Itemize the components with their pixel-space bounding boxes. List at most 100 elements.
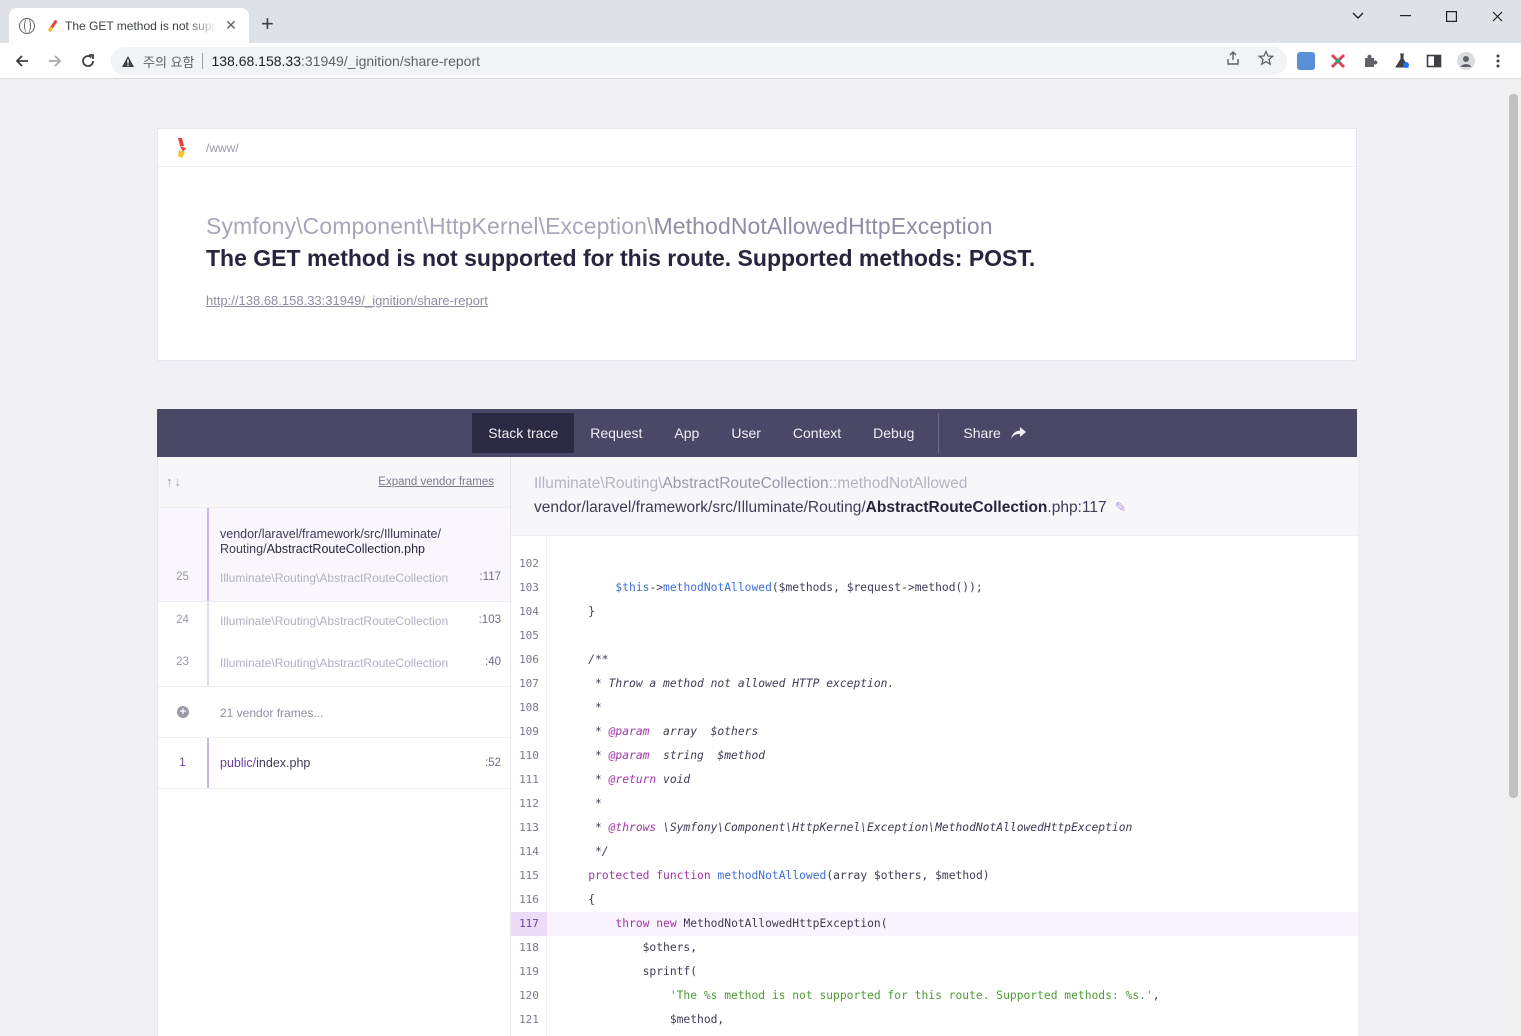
globe-icon (19, 17, 35, 34)
frame-class-ns: Illuminate\Routing\ (220, 571, 320, 585)
tab-user[interactable]: User (715, 413, 777, 453)
frame-file-dir: vendor/laravel/framework/src/Illuminate/ (220, 527, 441, 541)
code-method-signature: Illuminate\Routing\AbstractRouteCollecti… (534, 475, 967, 493)
frames-list-header: ↑↓ Expand vendor frames (158, 457, 510, 508)
code-file-dir: vendor/laravel/framework/src/Illuminate/… (534, 499, 866, 516)
share-arrow-icon (1010, 426, 1026, 439)
code-file-ext-line: .php:117 (1047, 499, 1107, 516)
extension-2-icon[interactable] (1329, 52, 1347, 70)
address-bar[interactable]: 주의 요함 138.68.158.33 :31949/_ignition/sha… (111, 47, 1287, 75)
window-close-icon[interactable] (1474, 0, 1520, 32)
code-line: 106 /** (511, 648, 1358, 672)
edit-pencil-icon[interactable]: ✎ (1115, 499, 1127, 515)
line-number: 103 (519, 581, 539, 594)
frame-line: :52 (485, 757, 501, 769)
code-line: 112 * (511, 792, 1358, 816)
code-line: 108 * (511, 696, 1358, 720)
frame-number: 24 (176, 614, 189, 626)
stack-frame-selected[interactable]: vendor/laravel/framework/src/Illuminate/… (158, 508, 510, 602)
line-number: 115 (519, 869, 539, 882)
ignition-favicon-icon (48, 19, 58, 32)
frame-line: :40 (485, 656, 501, 668)
frame-rail (207, 602, 209, 644)
code-text: * @throws \Symfony\Component\HttpKernel\… (561, 821, 1133, 834)
line-number: 118 (519, 941, 539, 954)
line-number: 105 (519, 629, 539, 642)
address-toolbar: 주의 요함 138.68.158.33 :31949/_ignition/sha… (0, 43, 1521, 79)
labs-flask-icon[interactable] (1393, 52, 1411, 70)
code-file-name: AbstractRouteCollection (865, 499, 1048, 516)
code-line: 118 $others, (511, 936, 1358, 960)
stack-trace-panel: ↑↓ Expand vendor frames vendor/laravel/f… (157, 457, 1358, 1036)
frame-class: Illuminate\Routing\AbstractRouteCollecti… (220, 571, 448, 585)
frame-rail (207, 644, 209, 686)
maximize-icon[interactable] (1428, 0, 1474, 32)
frame-file-subdir: Routing/ (220, 542, 267, 556)
forward-icon[interactable] (43, 49, 67, 73)
frames-list: ↑↓ Expand vendor frames vendor/laravel/f… (158, 457, 511, 1036)
request-url-link[interactable]: http://138.68.158.33:31949/_ignition/sha… (206, 293, 488, 308)
code-line: 109 * @param array $others (511, 720, 1358, 744)
code-line: 119 sprintf( (511, 960, 1358, 984)
code-line: 104 } (511, 600, 1358, 624)
share-button[interactable]: Share (947, 413, 1041, 453)
share-page-icon[interactable] (1225, 50, 1241, 70)
reload-icon[interactable] (76, 49, 100, 73)
side-panel-icon[interactable] (1425, 52, 1443, 70)
browser-tab[interactable]: The GET method is not supported for this… (9, 8, 249, 43)
omnibox-divider (202, 53, 204, 69)
warning-icon (122, 55, 134, 67)
code-line: 114 */ (511, 840, 1358, 864)
report-menu: Stack trace Request App User Context Deb… (157, 409, 1357, 457)
code-text: * @return void (561, 773, 691, 786)
line-number: 102 (519, 557, 539, 570)
extensions-puzzle-icon[interactable] (1361, 52, 1379, 70)
frame-file-name: AbstractRouteCollection.php (266, 542, 425, 556)
frame-class-name: AbstractRouteCollection (319, 656, 449, 670)
code-text: * (561, 797, 602, 810)
frame-line: :103 (478, 614, 501, 626)
tab-context[interactable]: Context (777, 413, 857, 453)
bookmark-star-icon[interactable] (1257, 49, 1275, 70)
browser-tab-strip: The GET method is not supported for this… (0, 0, 1521, 43)
tab-request[interactable]: Request (574, 413, 658, 453)
security-status[interactable]: 주의 요함 (143, 52, 194, 71)
code-header: Illuminate\Routing\AbstractRouteCollecti… (511, 457, 1358, 536)
code-text: */ (561, 845, 609, 858)
new-tab-button[interactable]: + (261, 13, 274, 35)
vendor-frames-label: 21 vendor frames... (220, 706, 324, 720)
tab-search-icon[interactable] (1335, 0, 1381, 32)
line-number: 121 (519, 1013, 539, 1026)
line-number: 110 (519, 749, 539, 762)
line-number: 106 (519, 653, 539, 666)
line-number: 111 (519, 773, 539, 786)
expand-vendor-frames-link[interactable]: Expand vendor frames (378, 476, 494, 488)
vendor-frames-toggle[interactable]: + 21 vendor frames... (158, 687, 510, 738)
frame-class-ns: Illuminate\Routing\ (220, 656, 320, 670)
frame-class-ns: Illuminate\Routing\ (220, 614, 320, 628)
stack-frame-app[interactable]: 1 public/index.php :52 (158, 738, 510, 789)
browser-menu-icon[interactable] (1489, 52, 1507, 70)
frame-navigate-arrows-icon[interactable]: ↑↓ (166, 474, 183, 489)
line-number: 107 (519, 677, 539, 690)
line-number: 117 (511, 912, 547, 936)
tab-app[interactable]: App (658, 413, 715, 453)
minimize-icon[interactable] (1382, 0, 1428, 32)
line-number: 114 (519, 845, 539, 858)
code-snippet: 102 103 $this->methodNotAllowed($methods… (511, 536, 1358, 1036)
tab-close-icon[interactable]: ✕ (223, 17, 239, 34)
frame-file-name: index.php (256, 756, 311, 770)
stack-frame[interactable]: 24 Illuminate\Routing\AbstractRouteColle… (158, 602, 510, 644)
scrollbar-thumb[interactable] (1509, 94, 1518, 798)
exception-message: The GET method is not supported for this… (206, 245, 1036, 271)
page-scrollbar[interactable] (1506, 80, 1521, 1036)
code-text: sprintf( (561, 965, 698, 978)
profile-avatar-icon[interactable] (1457, 52, 1475, 70)
stack-frame[interactable]: 23 Illuminate\Routing\AbstractRouteColle… (158, 644, 510, 687)
line-number: 119 (519, 965, 539, 978)
code-text: throw new MethodNotAllowedHttpException( (615, 917, 888, 930)
tab-stack-trace[interactable]: Stack trace (472, 413, 575, 453)
tab-debug[interactable]: Debug (857, 413, 930, 453)
extension-1-icon[interactable] (1297, 52, 1315, 70)
back-icon[interactable] (10, 49, 34, 73)
